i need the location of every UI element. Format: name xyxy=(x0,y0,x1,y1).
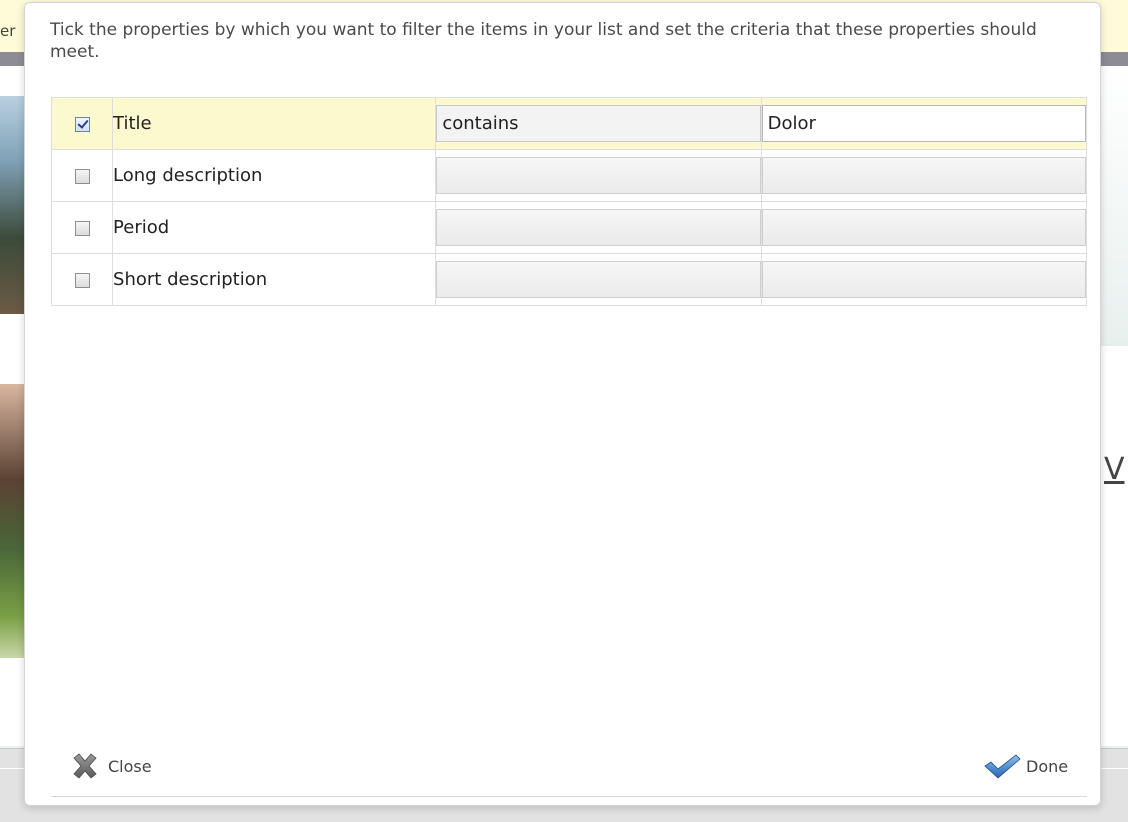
background-thumbnail-2 xyxy=(0,384,24,658)
close-button-label: Close xyxy=(108,756,152,776)
filter-period-operator-select[interactable] xyxy=(436,209,761,246)
filter-row-checkbox-cell xyxy=(50,149,114,202)
checkmark-icon xyxy=(982,750,1022,782)
filter-short-description-value-input[interactable] xyxy=(761,261,1086,298)
filter-value-cell xyxy=(760,253,1088,306)
filter-property-label: Short description xyxy=(112,253,437,306)
filter-operator-cell xyxy=(435,149,762,202)
filter-dialog: Tick the properties by which you want to… xyxy=(24,2,1101,806)
filter-property-label: Title xyxy=(112,97,437,150)
close-button[interactable]: Close xyxy=(69,751,152,781)
background-right-panel xyxy=(1100,66,1128,346)
close-x-icon xyxy=(69,750,101,782)
filter-long-description-value-input[interactable] xyxy=(761,157,1086,194)
filter-table: Title contains Dolor Long description Pe… xyxy=(50,97,1088,306)
filter-row-checkbox-cell xyxy=(50,201,114,254)
filter-row-checkbox-cell xyxy=(50,253,114,306)
filter-operator-cell xyxy=(435,201,762,254)
filter-title-value-input[interactable]: Dolor xyxy=(761,105,1086,142)
done-button-label: Done xyxy=(1026,756,1069,776)
filter-title-checkbox[interactable] xyxy=(74,117,90,132)
background-link-fragment: V xyxy=(1104,452,1125,487)
filter-property-label: Period xyxy=(112,201,437,254)
filter-operator-cell: contains xyxy=(435,97,762,150)
background-thumbnail-1 xyxy=(0,96,24,314)
filter-long-description-checkbox[interactable] xyxy=(74,169,90,184)
dialog-footer-divider xyxy=(51,796,1087,797)
filter-value-cell: Dolor xyxy=(760,97,1088,150)
filter-operator-cell xyxy=(435,253,762,306)
filter-title-operator-select[interactable]: contains xyxy=(436,105,761,142)
filter-period-checkbox[interactable] xyxy=(74,221,90,236)
filter-long-description-operator-select[interactable] xyxy=(436,157,761,194)
filter-period-value-input[interactable] xyxy=(761,209,1086,246)
filter-row-short-description: Short description xyxy=(50,253,1088,306)
filter-property-label: Long description xyxy=(112,149,437,202)
filter-row-checkbox-cell xyxy=(50,97,114,150)
filter-short-description-operator-select[interactable] xyxy=(436,261,761,298)
filter-short-description-checkbox[interactable] xyxy=(74,273,90,288)
filter-row-long-description: Long description xyxy=(50,149,1088,202)
filter-row-title: Title contains Dolor xyxy=(50,97,1088,150)
filter-row-period: Period xyxy=(50,201,1088,254)
background-notice-text: er xyxy=(0,22,16,40)
filter-value-cell xyxy=(760,201,1088,254)
filter-value-cell xyxy=(760,149,1088,202)
filter-instructions: Tick the properties by which you want to… xyxy=(50,20,1037,62)
done-button[interactable]: Done xyxy=(982,751,1068,781)
